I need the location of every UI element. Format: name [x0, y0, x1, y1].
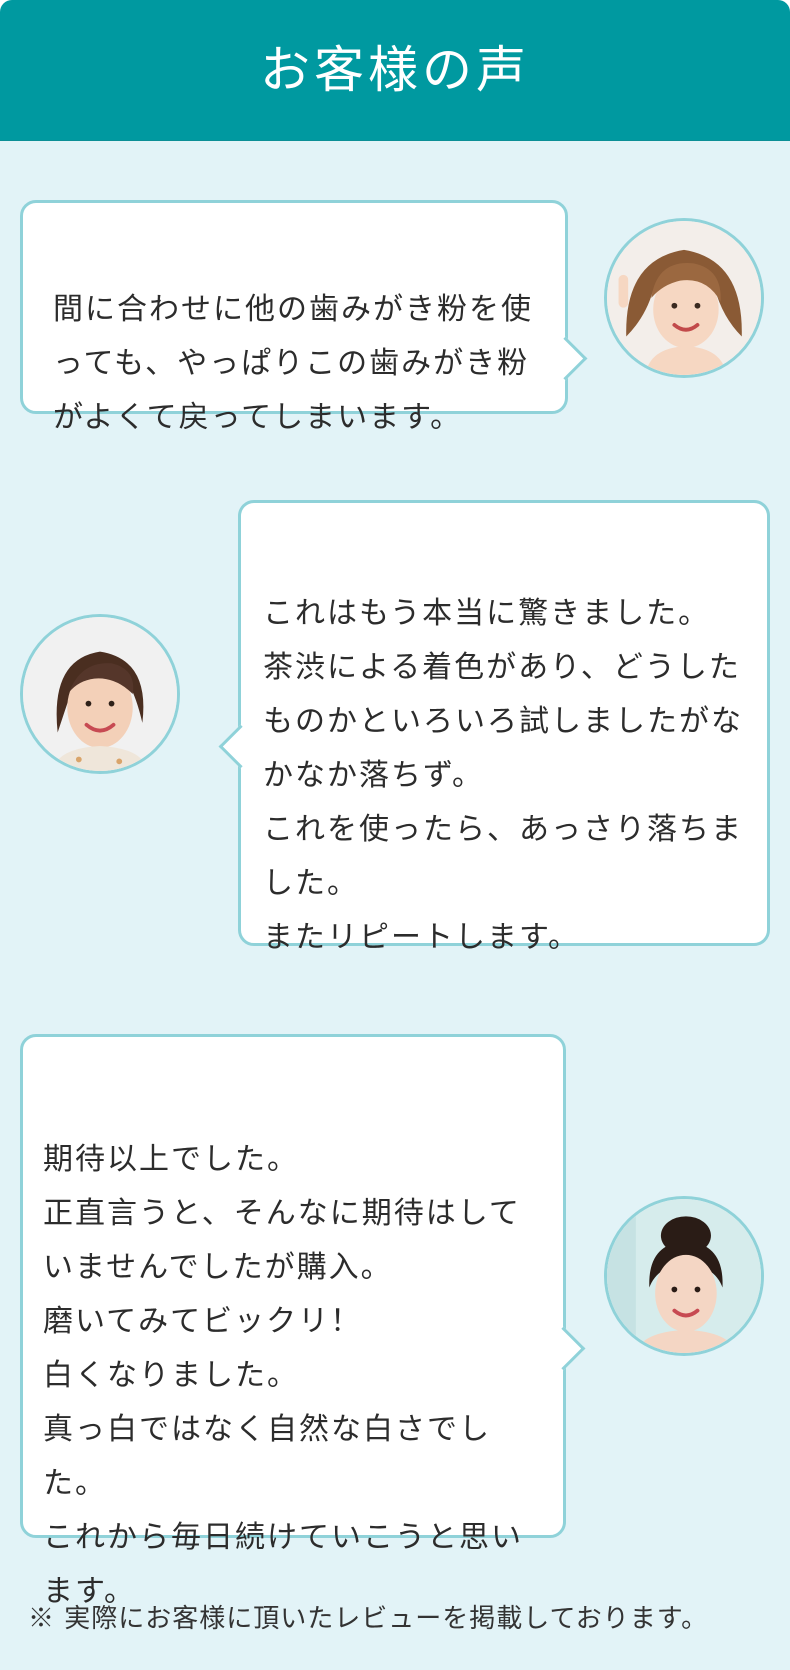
speech-tail: [218, 724, 263, 769]
woman-photo-icon: [23, 617, 177, 771]
customer-avatar-3: [604, 1196, 764, 1356]
section-title: お客様の声: [260, 41, 530, 99]
disclaimer-note: ※ 実際にお客様に頂いたレビューを掲載しております。: [28, 1604, 709, 1634]
testimonial-bubble-2: これはもう本当に驚きました。 茶渋による着色があり、どうしたものかといろいろ試し…: [218, 500, 770, 955]
testimonials-page: お客様の声 間に合わせに他の歯みがき粉を使っても、やっぱりこの歯みがき粉がよくて…: [0, 0, 790, 1670]
testimonial-text-3: 期待以上でした。 正直言うと、そんなに期待はしていませんでしたが購入。 磨いてみ…: [43, 1142, 523, 1609]
speech-tail: [541, 1326, 586, 1371]
testimonial-text-1: 間に合わせに他の歯みがき粉を使っても、やっぱりこの歯みがき粉がよくて戻ってしまい…: [53, 292, 533, 435]
woman-photo-icon: [607, 221, 761, 375]
woman-photo-icon: [607, 1199, 761, 1353]
testimonial-bubble-1: 間に合わせに他の歯みがき粉を使っても、やっぱりこの歯みがき粉がよくて戻ってしまい…: [20, 200, 588, 435]
testimonial-text-2: これはもう本当に驚きました。 茶渋による着色があり、どうしたものかといろいろ試し…: [263, 596, 743, 955]
customer-avatar-1: [604, 218, 764, 378]
section-header: お客様の声: [0, 0, 790, 141]
testimonial-bubble-3: 期待以上でした。 正直言うと、そんなに期待はしていませんでしたが購入。 磨いてみ…: [20, 1034, 586, 1609]
speech-tail: [543, 336, 588, 381]
customer-avatar-2: [20, 614, 180, 774]
